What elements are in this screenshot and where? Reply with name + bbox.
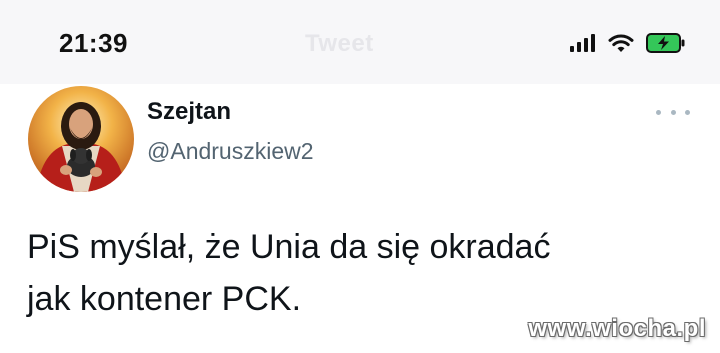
avatar[interactable]: [28, 86, 134, 192]
tweet-text-line: PiS myślał, że Unia da się okradać: [27, 228, 551, 266]
status-time: 21:39: [59, 28, 128, 58]
author-display-name[interactable]: Szejtan: [147, 98, 231, 126]
wifi-icon: [608, 33, 634, 53]
status-icons: [570, 30, 686, 56]
signal-icon: [570, 34, 596, 52]
battery-charging-icon: [646, 32, 686, 54]
more-options-icon[interactable]: [656, 104, 690, 120]
faded-header-title: Tweet: [305, 30, 374, 57]
watermark: www.wiocha.pl: [528, 315, 706, 342]
status-bar: 21:39 Tweet: [0, 0, 720, 84]
author-handle[interactable]: @Andruszkiew2: [147, 138, 314, 165]
tweet-text: PiS myślał, że Unia da się okradać jak k…: [27, 221, 687, 325]
